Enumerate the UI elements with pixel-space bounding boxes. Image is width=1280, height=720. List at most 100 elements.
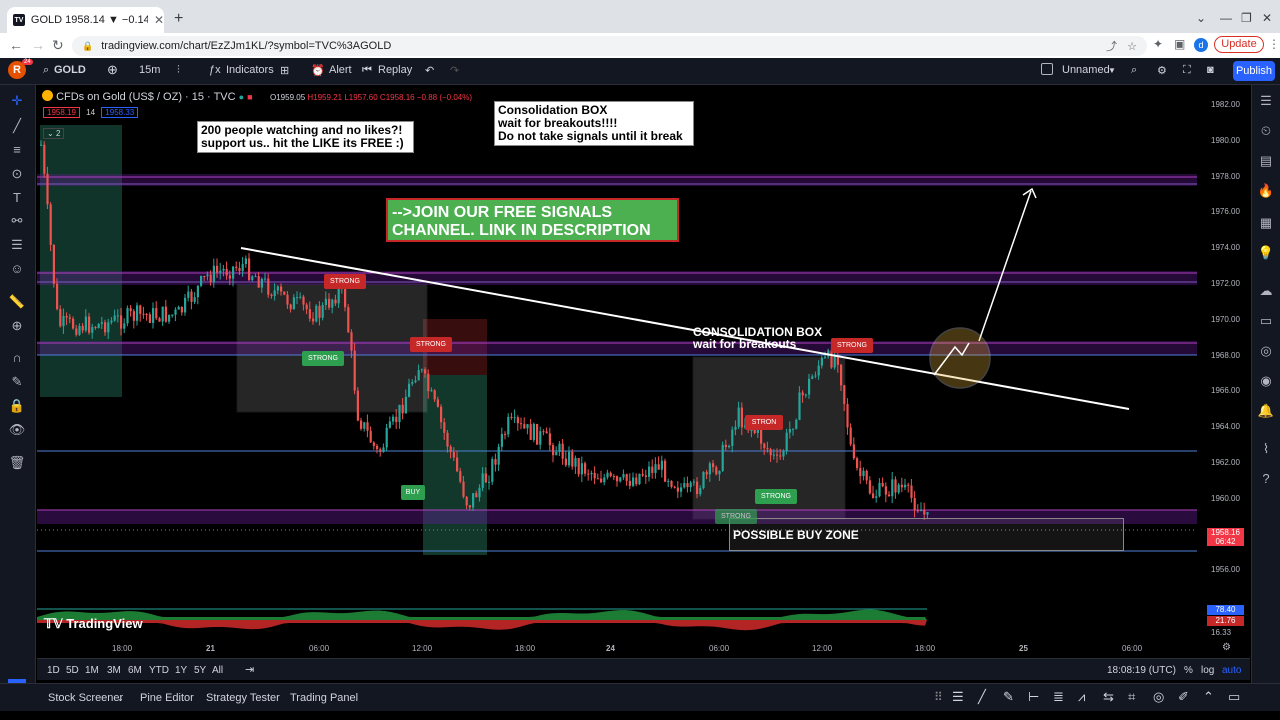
bell-icon[interactable]: 🔔 — [1256, 403, 1276, 419]
line-tool-icon[interactable]: ╱ — [978, 689, 986, 705]
tab-trading-panel[interactable]: Trading Panel — [290, 692, 358, 704]
signal-strong-sell[interactable]: STRON — [745, 415, 783, 430]
utc-clock[interactable]: 18:08:19 (UTC) — [1107, 665, 1176, 676]
trash-icon[interactable]: 🗑 — [7, 455, 27, 471]
sidepanel-icon[interactable]: ▣ — [1174, 37, 1185, 51]
tab-strategy-tester[interactable]: Strategy Tester — [206, 692, 280, 704]
range-1m[interactable]: 1M — [85, 665, 99, 676]
streams-icon[interactable]: ☁ — [1256, 283, 1276, 299]
magnet-icon[interactable]: ∩ — [7, 350, 27, 365]
hline-icon[interactable]: ⊢ — [1028, 689, 1039, 705]
consolidation-note-annotation[interactable]: Consolidation BOX wait for breakouts!!!!… — [494, 101, 694, 146]
compare-add-icon[interactable]: ⊕ — [107, 62, 118, 78]
fullscreen-icon[interactable]: ⛶ — [1183, 64, 1191, 77]
stay-drawing-icon[interactable]: ✎ — [7, 374, 27, 390]
range-ytd[interactable]: YTD — [149, 665, 169, 676]
data-window-icon[interactable]: ▤ — [1256, 153, 1276, 169]
quick-search-icon[interactable]: ⌕ — [1131, 64, 1137, 77]
replay-button[interactable]: Replay — [378, 64, 412, 76]
signal-strong-sell[interactable]: STRONG — [410, 337, 452, 352]
auto-toggle[interactable]: auto — [1222, 665, 1241, 676]
range-1y[interactable]: 1Y — [175, 665, 187, 676]
goto-date-icon[interactable]: ⇥ — [245, 663, 254, 676]
tab-stock-screener[interactable]: Stock Screener — [48, 692, 123, 704]
time-axis[interactable]: 18:00 21 06:00 12:00 18:00 24 06:00 12:00 18:00 2… — [37, 638, 1197, 658]
hotlists-icon[interactable]: 🔥 — [1256, 183, 1276, 199]
watchlist-icon[interactable]: ☰ — [1256, 93, 1276, 109]
new-tab-icon[interactable]: + — [174, 10, 183, 28]
measure-tool-icon[interactable]: ⇆ — [1103, 689, 1114, 705]
help-icon[interactable]: ? — [1256, 471, 1276, 486]
signal-strong-sell[interactable]: STRONG — [324, 274, 366, 289]
publish-button[interactable]: Publish — [1233, 61, 1275, 81]
menu-lines-icon[interactable]: ☰ — [952, 689, 964, 705]
measure-lines-icon[interactable]: ☰ — [7, 237, 27, 253]
range-5y[interactable]: 5Y — [194, 665, 206, 676]
range-6m[interactable]: 6M — [128, 665, 142, 676]
crosshair-icon[interactable]: ✛ — [7, 93, 27, 109]
range-5d[interactable]: 5D — [66, 665, 79, 676]
layout-chevron-icon[interactable]: ▼ — [1108, 66, 1116, 75]
undo-icon[interactable]: ↶ — [425, 64, 434, 77]
restore-icon[interactable]: ❐ — [1241, 11, 1252, 25]
maximize-panel-icon[interactable]: ▭ — [1228, 689, 1240, 705]
range-3m[interactable]: 3M — [107, 665, 121, 676]
fib-icon[interactable]: ≡ — [7, 142, 27, 157]
forward-icon[interactable]: → — [31, 37, 45, 53]
range-all[interactable]: All — [212, 665, 223, 676]
hide-drawings-icon[interactable]: 👁 — [7, 422, 27, 438]
url-field[interactable]: 🔒 tradingview.com/chart/EzZJm1KL/?symbol… — [72, 36, 1147, 56]
browser-tab[interactable]: TV GOLD 1958.14 ▼ −0.14% U ✕ — [7, 7, 164, 33]
percent-toggle[interactable]: % — [1184, 665, 1193, 676]
pattern-tool-icon[interactable]: ⩘ — [1078, 689, 1085, 705]
log-toggle[interactable]: log — [1201, 665, 1214, 676]
chats-icon[interactable]: ▭ — [1256, 313, 1276, 329]
fib-tool-icon[interactable]: ≣ — [1053, 689, 1064, 705]
templates-icon[interactable]: ⊞ — [280, 64, 289, 77]
screener-chevron-icon[interactable]: ⌄ — [117, 694, 124, 703]
pencil-tool-icon[interactable]: ✐ — [1178, 689, 1189, 705]
ask-price[interactable]: 1958.33 — [101, 107, 139, 118]
circle-tool-icon[interactable]: ◎ — [1153, 689, 1164, 705]
indicators-button[interactable]: Indicators — [226, 64, 274, 76]
settings-gear-icon[interactable]: ⚙ — [1157, 64, 1167, 77]
signal-strong-sell[interactable]: STRONG — [831, 338, 873, 353]
ruler-icon[interactable]: 📏 — [7, 294, 27, 310]
symbol-search[interactable]: GOLD — [54, 64, 86, 76]
notifications-icon[interactable]: ◎ — [1256, 343, 1276, 359]
alert-icon[interactable]: ⏰ — [311, 64, 325, 77]
snapshot-camera-icon[interactable]: ◙ — [1207, 64, 1214, 76]
extensions-icon[interactable]: ✦ — [1153, 37, 1163, 51]
signal-strong-buy[interactable]: STRONG — [755, 489, 797, 504]
symbol-search-icon[interactable]: ⌕ — [43, 64, 49, 77]
possible-buy-zone[interactable]: POSSIBLE BUY ZONE — [729, 518, 1124, 551]
close-window-icon[interactable]: ✕ — [1262, 11, 1272, 25]
axis-settings-gear-icon[interactable]: ⚙ — [1222, 642, 1231, 653]
minimize-icon[interactable]: — — [1220, 11, 1232, 25]
update-button[interactable]: Update — [1214, 36, 1264, 53]
drag-handle-icon[interactable]: ⠿ — [934, 690, 943, 704]
close-tab-icon[interactable]: ✕ — [154, 13, 164, 27]
tab-search-icon[interactable]: ⌄ — [1196, 11, 1206, 25]
tab-pine-editor[interactable]: Pine Editor — [140, 692, 194, 704]
reload-icon[interactable]: ↻ — [52, 37, 64, 54]
share-icon[interactable]: ⤴ — [1106, 38, 1117, 54]
bid-price[interactable]: 1958.19 — [43, 107, 80, 118]
layout-icon[interactable] — [1041, 63, 1053, 75]
trend-line-icon[interactable]: ╱ — [7, 118, 27, 134]
interval-selector[interactable]: 15m — [139, 64, 160, 76]
brush-icon[interactable]: ✎ — [1003, 689, 1014, 705]
join-signals-banner[interactable]: -->JOIN OUR FREE SIGNALS CHANNEL. LINK I… — [386, 198, 679, 242]
lock-drawings-icon[interactable]: 🔒 — [7, 398, 27, 414]
likes-annotation[interactable]: 200 people watching and no likes?! suppo… — [197, 121, 414, 153]
ideas-icon[interactable]: 💡 — [1256, 245, 1276, 261]
alerts-clock-icon[interactable]: ⏲ — [1256, 123, 1276, 139]
zoom-in-icon[interactable]: ⊕ — [7, 318, 27, 334]
indicator-collapse-toggle[interactable]: ⌄ 2 — [43, 128, 65, 139]
instrument-title[interactable]: CFDs on Gold (US$ / OZ) · 15 · TVC — [56, 91, 236, 103]
bookmark-star-icon[interactable]: ☆ — [1127, 40, 1137, 53]
patterns-icon[interactable]: ⊙ — [7, 166, 27, 182]
alert-button[interactable]: Alert — [329, 64, 352, 76]
redo-icon[interactable]: ↷ — [450, 64, 459, 77]
range-1d[interactable]: 1D — [47, 665, 60, 676]
